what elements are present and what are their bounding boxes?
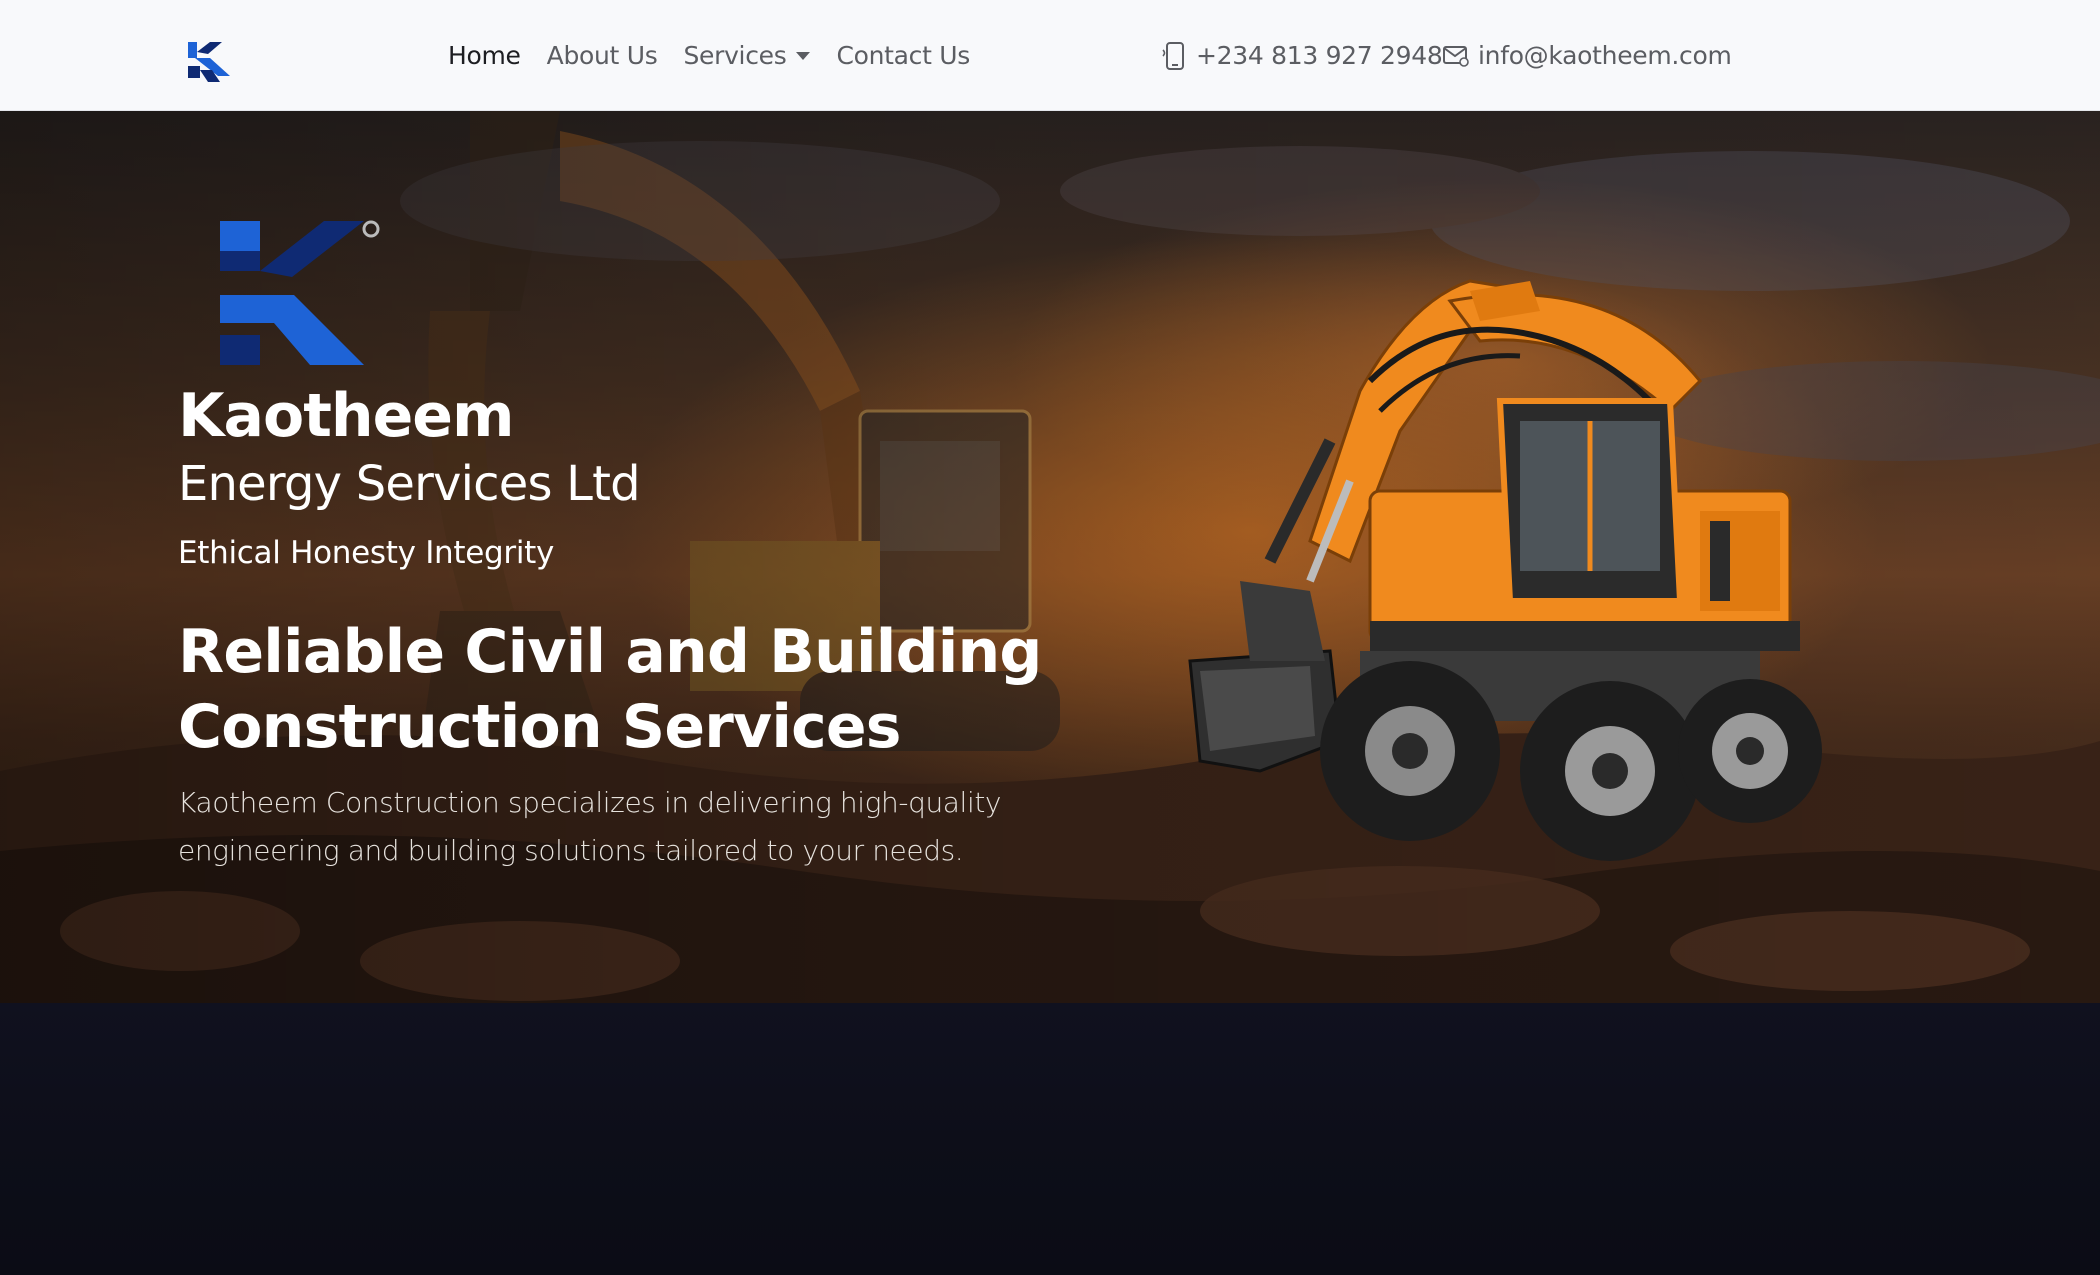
nav-about[interactable]: About Us [547, 41, 658, 70]
company-subtitle: Energy Services Ltd [178, 456, 641, 512]
kaotheem-logo-icon [188, 42, 230, 82]
company-name: Kaotheem [178, 381, 515, 451]
phone-icon [1162, 41, 1184, 70]
phone-contact[interactable]: +234 813 927 2948 [1162, 0, 1443, 111]
hero-headline: Reliable Civil and Building Construction… [178, 615, 1078, 765]
email-contact[interactable]: info@kaotheem.com [1442, 0, 1732, 111]
nav-services-dropdown[interactable]: Services [683, 41, 811, 70]
top-navbar: Home About Us Services Contact Us +234 8… [0, 0, 2100, 111]
hero-section: Kaotheem Energy Services Ltd Ethical Hon… [0, 111, 2100, 1003]
hero-description: Kaotheem Construction specializes in del… [178, 786, 1002, 867]
nav-contact-label: Contact Us [836, 41, 971, 70]
nav-contact[interactable]: Contact Us [836, 41, 970, 70]
kaotheem-logo-icon [220, 220, 380, 365]
brand-logo-link[interactable] [186, 36, 242, 88]
company-tagline: Ethical Honesty Integrity [178, 535, 555, 571]
phone-number: +234 813 927 2948 [1196, 41, 1443, 70]
chevron-down-icon [796, 51, 811, 60]
excavator-image [1188, 279, 1822, 861]
nav-about-label: About Us [546, 41, 658, 70]
nav-services-label: Services [683, 41, 787, 70]
lower-section [0, 1003, 2100, 1275]
hero-headline-line-1: Reliable Civil and Building [178, 617, 1042, 687]
hero-headline-line-2: Construction Services [178, 692, 901, 762]
nav-home-label: Home [448, 41, 521, 70]
email-address: info@kaotheem.com [1478, 41, 1732, 70]
nav-home[interactable]: Home [448, 41, 521, 70]
main-nav: Home About Us Services Contact Us [448, 0, 996, 111]
envelope-icon [1443, 45, 1469, 67]
